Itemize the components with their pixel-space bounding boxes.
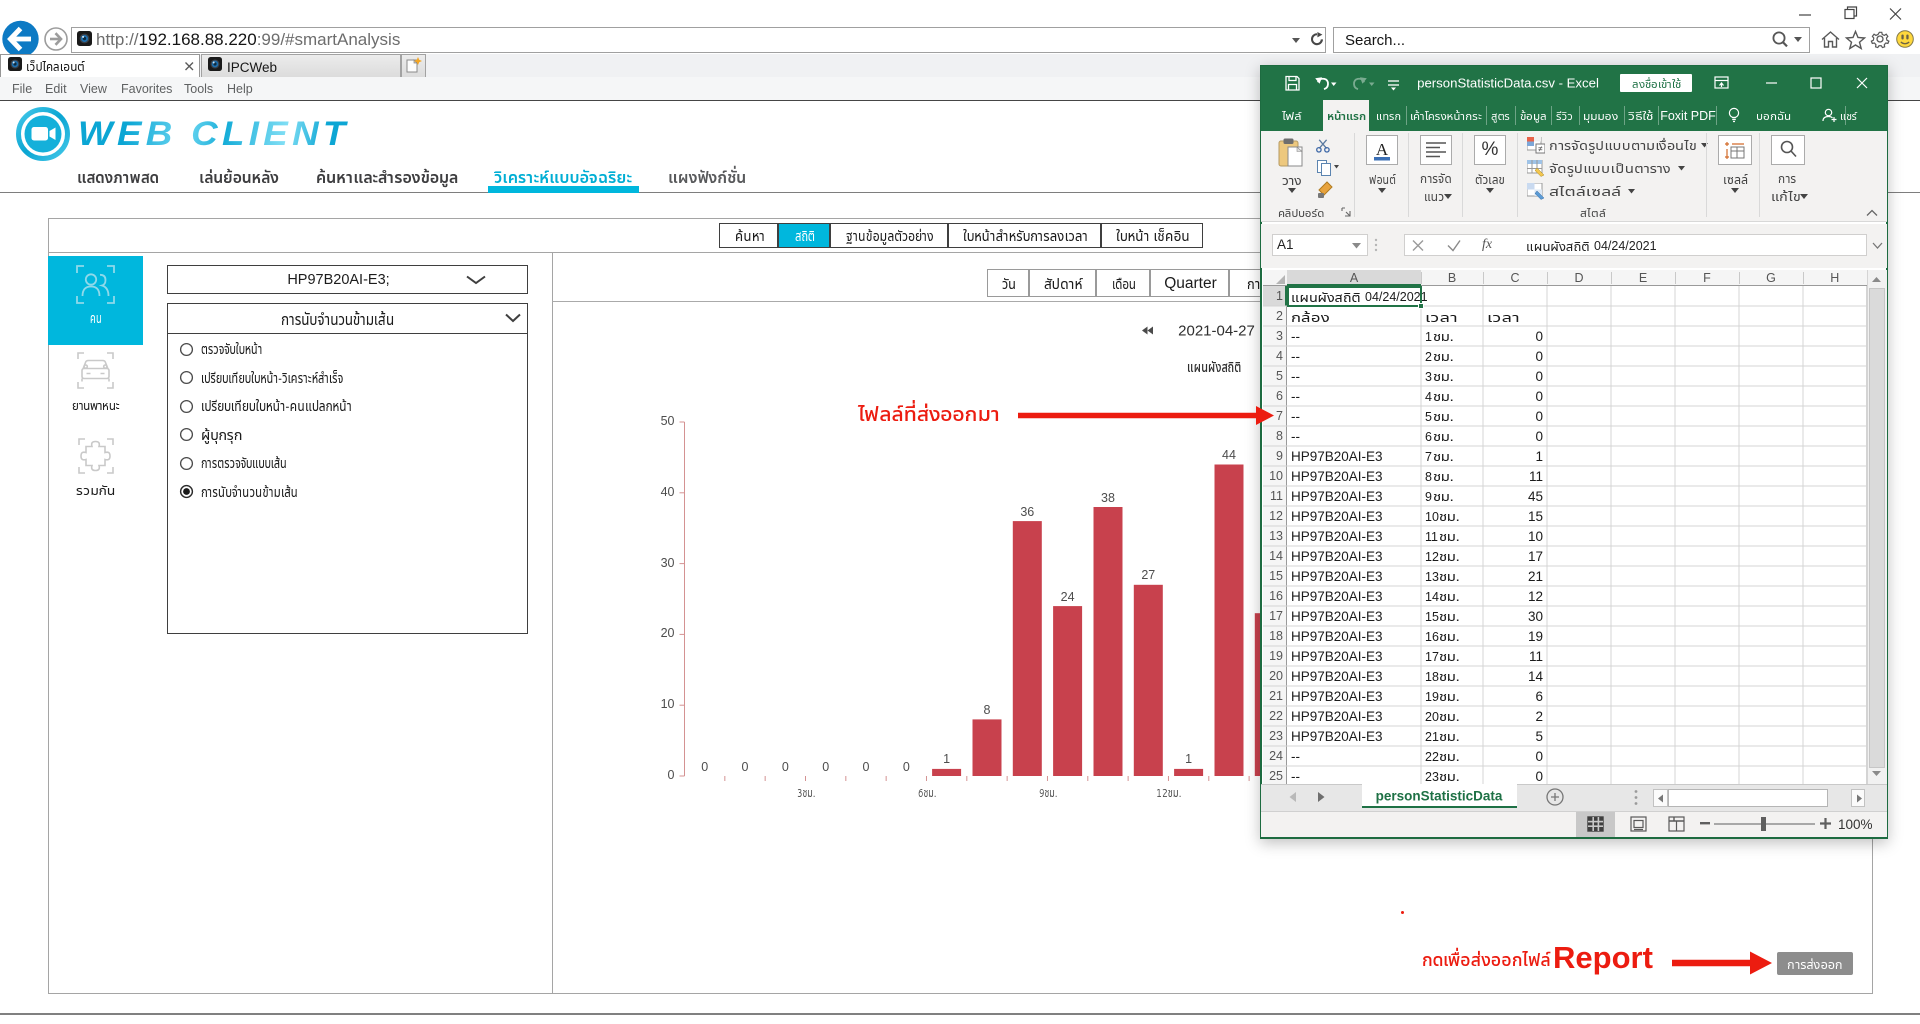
svg-text:≠: ≠ — [1538, 145, 1543, 154]
svg-text:A: A — [1376, 140, 1389, 159]
